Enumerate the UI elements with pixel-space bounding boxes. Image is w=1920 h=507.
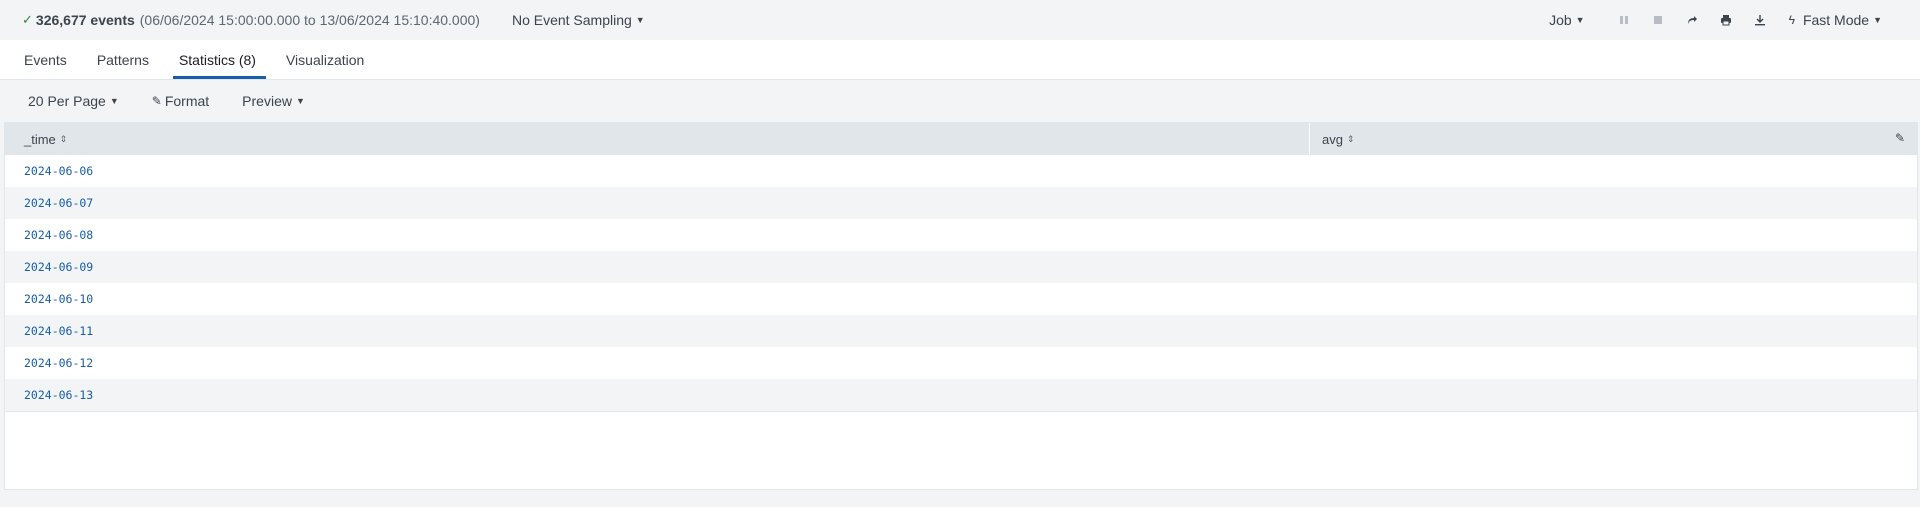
column-header-time[interactable]: _time ⇕ [5, 123, 1310, 155]
table-body: 2024-06-06 2024-06-07 2024-06-08 2024-06… [5, 155, 1917, 411]
caret-down-icon: ▼ [635, 15, 645, 25]
per-page-label: 20 Per Page [28, 93, 106, 109]
export-icon[interactable] [1743, 14, 1777, 26]
time-cell[interactable]: 2024-06-06 [5, 164, 1310, 178]
preview-dropdown[interactable]: Preview ▼ [242, 93, 305, 109]
time-cell[interactable]: 2024-06-13 [5, 388, 1310, 402]
table-row: 2024-06-07 [5, 187, 1917, 219]
stop-icon[interactable] [1641, 15, 1675, 25]
column-header-label: _time [24, 131, 56, 147]
table-row: 2024-06-06 [5, 155, 1917, 187]
tab-events[interactable]: Events [6, 40, 79, 79]
table-row: 2024-06-10 [5, 283, 1917, 315]
sort-icon: ⇕ [1346, 133, 1355, 144]
time-cell[interactable]: 2024-06-11 [5, 324, 1310, 338]
time-cell[interactable]: 2024-06-07 [5, 196, 1310, 210]
tab-patterns[interactable]: Patterns [79, 40, 161, 79]
job-status-bar: ✓ 326,677 events (06/06/2024 15:00:00.00… [0, 0, 1920, 40]
caret-down-icon: ▼ [109, 96, 119, 106]
format-button[interactable]: ✎ Format [152, 93, 209, 109]
table-header: _time ⇕ avg ⇕ ✎ [5, 123, 1917, 155]
pause-icon[interactable] [1607, 15, 1641, 25]
lightning-icon: ϟ [1788, 13, 1795, 27]
search-mode-dropdown[interactable]: ϟ Fast Mode ▼ [1789, 12, 1882, 28]
table-empty-area [5, 411, 1917, 489]
table-row: 2024-06-08 [5, 219, 1917, 251]
time-cell[interactable]: 2024-06-10 [5, 292, 1310, 306]
time-cell[interactable]: 2024-06-12 [5, 356, 1310, 370]
time-cell[interactable]: 2024-06-09 [5, 260, 1310, 274]
format-label: Format [164, 93, 210, 109]
caret-down-icon: ▼ [1575, 15, 1585, 25]
time-range: (06/06/2024 15:00:00.000 to 13/06/2024 1… [139, 12, 480, 28]
per-page-dropdown[interactable]: 20 Per Page ▼ [28, 93, 119, 109]
tab-statistics[interactable]: Statistics (8) [161, 40, 268, 79]
preview-label: Preview [242, 93, 292, 109]
column-header-label: avg [1322, 131, 1343, 147]
results-tabs: Events Patterns Statistics (8) Visualiza… [0, 40, 1920, 80]
check-icon: ✓ [22, 12, 33, 27]
caret-down-icon: ▼ [295, 96, 305, 106]
print-icon[interactable] [1709, 14, 1743, 26]
table-row: 2024-06-13 [5, 379, 1917, 411]
job-controls: Job ▼ ϟ Fast Mode ▼ [1549, 12, 1920, 28]
caret-down-icon: ▼ [1873, 15, 1882, 25]
time-cell[interactable]: 2024-06-08 [5, 228, 1310, 242]
table-toolbar: 20 Per Page ▼ ✎ Format Preview ▼ [0, 80, 1920, 122]
table-row: 2024-06-11 [5, 315, 1917, 347]
job-menu-button[interactable]: Job ▼ [1549, 12, 1585, 28]
event-sampling-dropdown[interactable]: No Event Sampling ▼ [512, 12, 645, 28]
table-row: 2024-06-09 [5, 251, 1917, 283]
pencil-icon: ✎ [151, 94, 162, 108]
search-status: ✓ 326,677 events (06/06/2024 15:00:00.00… [22, 12, 480, 28]
event-count: 326,677 events [35, 12, 135, 28]
search-mode-label: Fast Mode [1802, 12, 1870, 28]
table-row: 2024-06-12 [5, 347, 1917, 379]
column-header-avg[interactable]: avg ⇕ ✎ [1310, 123, 1917, 155]
event-sampling-label: No Event Sampling [511, 12, 632, 28]
share-icon[interactable] [1675, 14, 1709, 26]
edit-column-icon[interactable]: ✎ [1895, 131, 1905, 145]
job-menu-label: Job [1549, 12, 1572, 28]
sort-icon: ⇕ [59, 133, 68, 144]
statistics-table: _time ⇕ avg ⇕ ✎ 2024-06-06 2024-06-07 20… [4, 122, 1918, 490]
tab-visualization[interactable]: Visualization [268, 40, 376, 79]
